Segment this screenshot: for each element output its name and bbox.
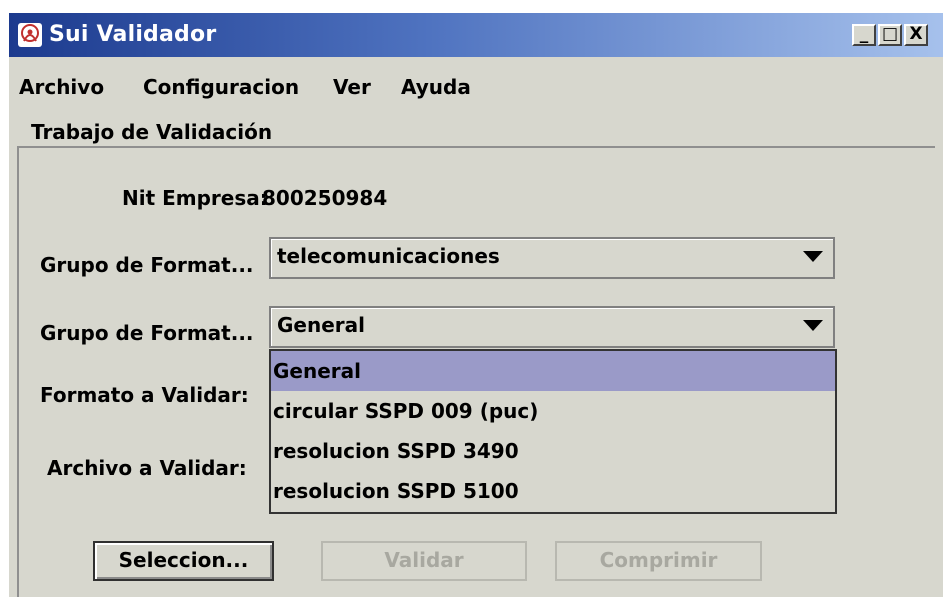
grupo-formato-label-1: Grupo de Format... [40,253,254,277]
menu-ver[interactable]: Ver [333,75,371,99]
group-title: Trabajo de Validación [27,120,277,144]
seleccion-button[interactable]: Seleccion... [93,541,274,581]
close-button[interactable]: X [904,24,928,46]
grupo-formato-label-2: Grupo de Format... [40,321,254,345]
chevron-down-icon [803,320,823,331]
dropdown-option-circular[interactable]: circular SSPD 009 (puc) [271,391,835,431]
dropdown-option-res-3490[interactable]: resolucion SSPD 3490 [271,431,835,471]
nit-label: Nit Empresa: [122,186,268,210]
comprimir-button[interactable]: Comprimir [555,541,762,581]
dropdown-option-general[interactable]: General [271,351,835,391]
nit-value: 800250984 [262,186,388,210]
window-title: Sui Validador [49,22,217,47]
app-window: Sui Validador _ □ X Archivo Configuracio… [9,13,943,597]
archivo-validar-label: Archivo a Validar: [47,456,247,480]
menu-configuracion[interactable]: Configuracion [143,75,299,99]
formato-validar-label: Formato a Validar: [40,383,249,407]
grupo-formato-dropdown-1[interactable]: telecomunicaciones [269,237,835,279]
grupo-formato-value-2: General [277,313,365,337]
menu-ayuda[interactable]: Ayuda [401,75,471,99]
grupo-formato-value-1: telecomunicaciones [277,244,500,268]
chevron-down-icon [803,251,823,262]
dropdown-option-res-5100[interactable]: resolucion SSPD 5100 [271,471,835,511]
menu-bar: Archivo Configuracion Ver Ayuda [9,63,943,109]
grupo-formato-dropdown-2[interactable]: General [269,306,835,348]
validar-button[interactable]: Validar [321,541,527,581]
app-logo-icon [18,23,42,47]
maximize-button[interactable]: □ [878,24,902,46]
minimize-button[interactable]: _ [852,24,876,46]
menu-archivo[interactable]: Archivo [19,75,104,99]
dropdown-list: General circular SSPD 009 (puc) resoluci… [269,349,837,514]
title-bar[interactable]: Sui Validador _ □ X [9,13,943,57]
